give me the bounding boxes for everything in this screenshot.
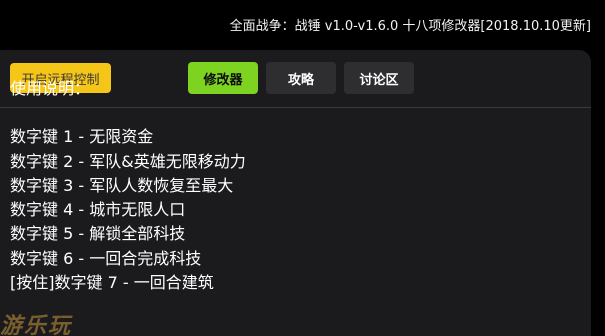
hotkey-line: 数字键 4 - 城市无限人口 [10, 200, 186, 220]
hotkey-line: 数字键 6 - 一回合完成科技 [10, 248, 202, 268]
instructions: 使用说明： 数字键 1 - 无限资金 数字键 2 - 军队&英雄无限移动力 数字… [10, 77, 580, 295]
site-watermark-logo: 游乐玩 [0, 312, 100, 336]
hotkey-line: 数字键 3 - 军队人数恢复至最大 [10, 175, 234, 195]
hotkey-line: 数字键 5 - 解锁全部科技 [10, 224, 186, 244]
app-window: 全面战争：战锤 v1.0-v1.6.0 十八项修改器[2018.10.10更新]… [0, 0, 605, 336]
hotkey-line: [按住]数字键 7 - 一回合建筑 [10, 273, 214, 293]
watermark-text: 游乐玩 [0, 314, 73, 336]
hotkey-line: 数字键 2 - 军队&英雄无限移动力 [10, 151, 246, 171]
hotkey-line: 数字键 1 - 无限资金 [10, 127, 154, 147]
window-title: 全面战争：战锤 v1.0-v1.6.0 十八项修改器[2018.10.10更新] [229, 19, 591, 34]
instructions-heading: 使用说明： [10, 79, 91, 98]
